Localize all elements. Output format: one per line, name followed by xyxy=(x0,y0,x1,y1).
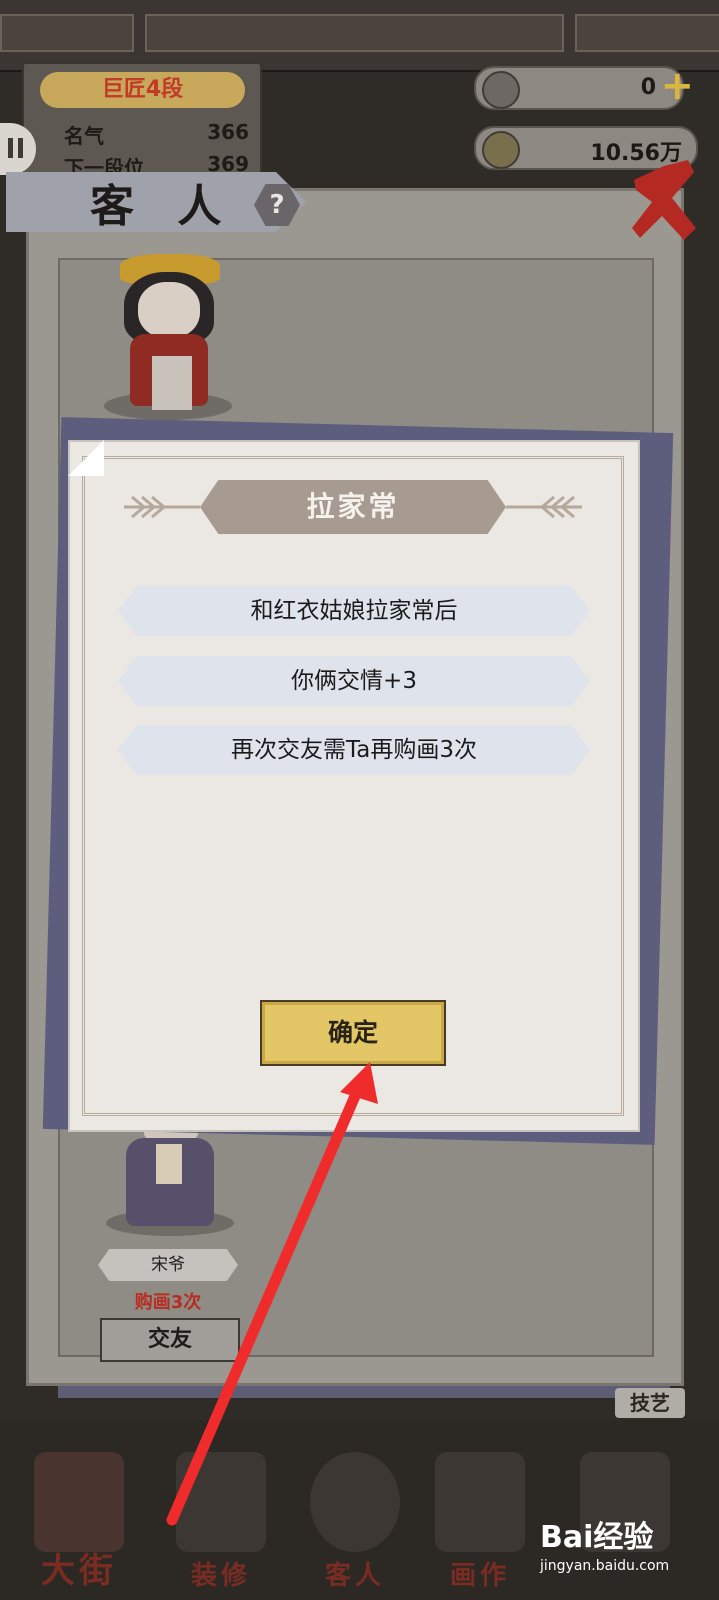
jade-value: 0 xyxy=(640,75,656,100)
watermark-brand: Bai经验 xyxy=(540,1520,654,1555)
nav-decorate-label: 装修 xyxy=(190,1561,251,1591)
message-line-1: 和红衣姑娘拉家常后 xyxy=(250,598,458,624)
nav-guests-label: 客人 xyxy=(324,1561,385,1591)
jade-icon xyxy=(482,71,520,109)
right-wheat-ornament-icon xyxy=(506,495,582,519)
dialog-title: 拉家常 xyxy=(306,490,400,523)
guest-red-dress-lady[interactable] xyxy=(98,252,238,424)
decorate-tools-icon xyxy=(176,1452,266,1552)
guest-portrait-icon xyxy=(310,1452,400,1552)
nav-decorate[interactable]: 装修 xyxy=(166,1442,276,1592)
panel-title: 客 人 xyxy=(90,181,236,232)
fame-stat: 名气 366 xyxy=(64,120,249,148)
nav-paintings[interactable]: 画作 xyxy=(425,1442,535,1592)
skill-tab[interactable]: 技艺 xyxy=(615,1388,685,1418)
close-icon[interactable] xyxy=(628,158,700,244)
baidu-watermark: Bai经验 jingyan.baidu.com xyxy=(540,1512,719,1592)
nav-guests[interactable]: 客人 xyxy=(300,1442,410,1592)
confirm-button[interactable]: 确定 xyxy=(260,1000,446,1066)
jade-resource: 0 + xyxy=(474,66,694,110)
rank-badge: 巨匠4段 xyxy=(40,72,245,108)
fame-label: 名气 xyxy=(64,124,104,148)
nav-street-label: 大街 xyxy=(41,1551,117,1591)
fame-value: 366 xyxy=(207,120,249,144)
street-gate-icon xyxy=(34,1452,124,1552)
nav-street[interactable]: 大街 xyxy=(24,1442,134,1592)
message-line-3: 再次交友需Ta再购画3次 xyxy=(231,737,477,763)
befriend-button[interactable]: 交友 xyxy=(100,1318,240,1362)
watermark-url: jingyan.baidu.com xyxy=(540,1558,670,1574)
message-line-2: 你俩交情+3 xyxy=(291,668,417,694)
guest-buy-count: 购画3次 xyxy=(134,1292,202,1313)
coin-icon xyxy=(482,131,520,169)
guest-name-tag: 宋爷 xyxy=(98,1249,238,1281)
left-wheat-ornament-icon xyxy=(124,495,200,519)
scroll-painting-icon xyxy=(435,1452,525,1552)
nav-paintings-label: 画作 xyxy=(449,1561,510,1591)
add-jade-button[interactable]: + xyxy=(660,66,694,106)
